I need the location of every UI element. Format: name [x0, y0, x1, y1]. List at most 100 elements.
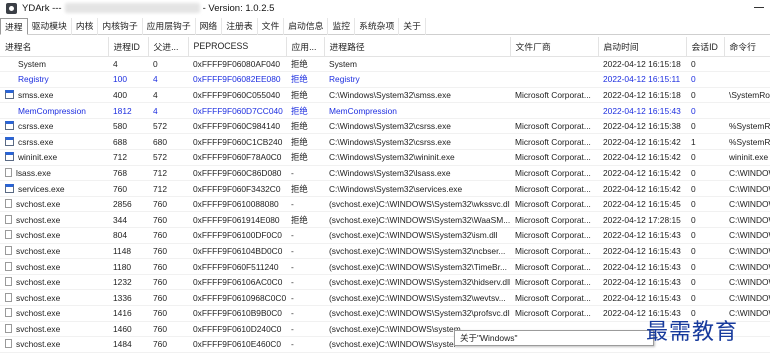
process-name: Registry	[18, 74, 49, 85]
table-row[interactable]: svchost.exe 344 760 0xFFFF9F061914E080 拒绝 (sv…	[0, 211, 770, 229]
table-row[interactable]: svchost.exe 1148 760 0xFFFF9F06104BD0C0- (sv…	[0, 243, 770, 260]
tab-10[interactable]: 系统杂项	[355, 18, 400, 35]
tab-2[interactable]: 内核	[72, 18, 99, 35]
cell-ppid: 760	[148, 227, 188, 244]
process-name: svchost.exe	[16, 214, 61, 225]
column-header[interactable]: 进程ID	[108, 37, 149, 57]
cell-vendor	[510, 56, 598, 73]
cell-start: 2022-04-12 16:15:43	[598, 227, 686, 244]
process-name: wininit.exe	[18, 152, 58, 163]
process-window-icon	[5, 152, 14, 162]
cell-eprocess: 0xFFFF9F060C1CB240	[188, 133, 286, 151]
cell-ppid: 760	[148, 243, 188, 260]
cell-session: 0	[686, 211, 724, 229]
tab-5[interactable]: 网络	[196, 18, 223, 35]
cell-vendor: Microsoft Corporat...	[510, 274, 598, 291]
column-header[interactable]: PEPROCESS	[188, 37, 287, 57]
table-row[interactable]: csrss.exe 580 572 0xFFFF9F060C984140 拒绝 C:\Wi…	[0, 118, 770, 135]
column-header[interactable]: 进程路径	[324, 37, 511, 57]
column-header[interactable]: 父进...	[148, 37, 189, 57]
cell-app: -	[286, 227, 324, 244]
table-row[interactable]: svchost.exe 804 760 0xFFFF9F06100DF0C0- (svc…	[0, 227, 770, 244]
cell-app: 拒绝	[286, 87, 324, 104]
cell-session: 0	[686, 56, 724, 73]
cell-eprocess: 0xFFFF9F0610D240C0	[188, 321, 286, 338]
table-row[interactable]: smss.exe 400 4 0xFFFF9F060C055040 拒绝 C:\Windo…	[0, 87, 770, 104]
cell-ppid: 572	[148, 149, 188, 166]
table-row[interactable]: svchost.exe 1336 760 0xFFFF9F0610968C0C0- (s…	[0, 289, 770, 306]
cell-app: 拒绝	[286, 102, 324, 119]
cell-start: 2022-04-12 16:15:43	[598, 274, 686, 291]
process-name: MemCompression	[18, 105, 86, 116]
cell-ppid: 0	[148, 56, 188, 73]
cell-name: smss.exe	[0, 87, 108, 104]
cell-eprocess: 0xFFFF9F060F3432C0	[188, 180, 286, 197]
cell-path: (svchost.exe)C:\WINDOWS\System32\ism.dll	[324, 227, 510, 244]
tab-0[interactable]: 进程	[0, 18, 28, 35]
tab-7[interactable]: 文件	[258, 18, 285, 35]
cell-path: (svchost.exe)C:\WINDOWS\System32\WaaSM..…	[324, 211, 510, 229]
table-row[interactable]: services.exe 760 712 0xFFFF9F060F3432C0 拒绝 C:…	[0, 180, 770, 197]
cell-vendor: Microsoft Corporat...	[510, 258, 598, 275]
cell-session: 0	[686, 258, 724, 275]
tab-bar: 进程 驱动模块 内核 内核钩子 应用层钩子 网络 注册表 文件 启动信息 监控 系统杂项 关于	[0, 18, 770, 35]
cell-name: Registry	[0, 71, 108, 88]
cell-vendor: Microsoft Corporat...	[510, 243, 598, 260]
table-row[interactable]: MemCompression 1812 4 0xFFFF9F060D7CC040 拒绝 M…	[0, 102, 770, 119]
cell-cmd	[724, 71, 770, 88]
cell-session: 0	[686, 180, 724, 197]
cell-vendor	[510, 102, 598, 119]
column-header[interactable]: 文件厂商	[510, 37, 599, 57]
cell-start: 2022-04-12 16:15:38	[598, 118, 686, 135]
column-header[interactable]: 应用...	[286, 37, 325, 57]
process-name: svchost.exe	[16, 292, 61, 303]
process-name: svchost.exe	[16, 230, 61, 241]
table-row[interactable]: svchost.exe 1232 760 0xFFFF9F06106AC0C0- (sv…	[0, 274, 770, 291]
process-file-icon	[5, 214, 12, 224]
cell-vendor: Microsoft Corporat...	[510, 211, 598, 229]
minimize-icon[interactable]	[754, 7, 764, 8]
cell-app: -	[286, 196, 324, 213]
tab-1[interactable]: 驱动模块	[28, 18, 72, 35]
cell-ppid: 4	[148, 71, 188, 88]
table-row[interactable]: lsass.exe 768 712 0xFFFF9F060C86D080- C:\Win…	[0, 165, 770, 182]
cell-eprocess: 0xFFFF9F0610088080	[188, 196, 286, 213]
cell-eprocess: 0xFFFF9F06080AF040	[188, 56, 286, 73]
table-row[interactable]: System 4 0 0xFFFF9F06080AF040 拒绝 System 2022-0…	[0, 56, 770, 73]
table-row[interactable]: svchost.exe 2856 760 0xFFFF9F0610088080- (sv…	[0, 196, 770, 213]
cell-pid: 400	[108, 87, 148, 104]
cell-vendor: Microsoft Corporat...	[510, 149, 598, 166]
process-name: csrss.exe	[18, 136, 54, 147]
column-header[interactable]: 命令行	[724, 37, 770, 57]
process-name: services.exe	[18, 183, 65, 194]
cell-cmd: %SystemRo	[724, 133, 770, 151]
process-window-icon	[5, 121, 14, 131]
cell-cmd: C:\WINDOW	[724, 289, 770, 306]
cell-start: 2022-04-12 16:15:42	[598, 133, 686, 151]
process-file-icon	[5, 308, 12, 318]
table-row[interactable]: csrss.exe 688 680 0xFFFF9F060C1CB240 拒绝 C:\Wi…	[0, 133, 770, 151]
tab-3[interactable]: 内核钩子	[98, 18, 143, 35]
tab-6[interactable]: 注册表	[222, 18, 258, 35]
cell-pid: 804	[108, 227, 148, 244]
table-row[interactable]: Registry 100 4 0xFFFF9F06082EE080 拒绝 Registry…	[0, 71, 770, 88]
tab-8[interactable]: 启动信息	[284, 18, 329, 35]
cell-path: C:\Windows\System32\services.exe	[324, 180, 510, 197]
cell-path: C:\Windows\System32\lsass.exe	[324, 165, 510, 182]
cell-path: System	[324, 56, 510, 73]
cell-session: 0	[686, 196, 724, 213]
column-header[interactable]: 进程名	[0, 37, 109, 57]
tab-9[interactable]: 监控	[328, 18, 356, 35]
column-header[interactable]: 启动时间	[598, 37, 687, 57]
cell-path: (svchost.exe)C:\WINDOWS\System32\wevtsv.…	[324, 289, 510, 306]
table-row[interactable]: svchost.exe 1180 760 0xFFFF9F060F511240- (sv…	[0, 258, 770, 275]
tab-4[interactable]: 应用层钩子	[143, 18, 196, 35]
process-name: svchost.exe	[16, 323, 61, 334]
process-name: lsass.exe	[16, 167, 51, 178]
cell-eprocess: 0xFFFF9F06106AC0C0	[188, 274, 286, 291]
table-row[interactable]: wininit.exe 712 572 0xFFFF9F060F78A0C0 拒绝 C:\…	[0, 149, 770, 166]
blurred-title-segment	[64, 3, 200, 13]
column-header[interactable]: 会话ID	[686, 37, 725, 57]
cell-vendor: Microsoft Corporat...	[510, 118, 598, 135]
tab-11[interactable]: 关于	[399, 18, 426, 35]
